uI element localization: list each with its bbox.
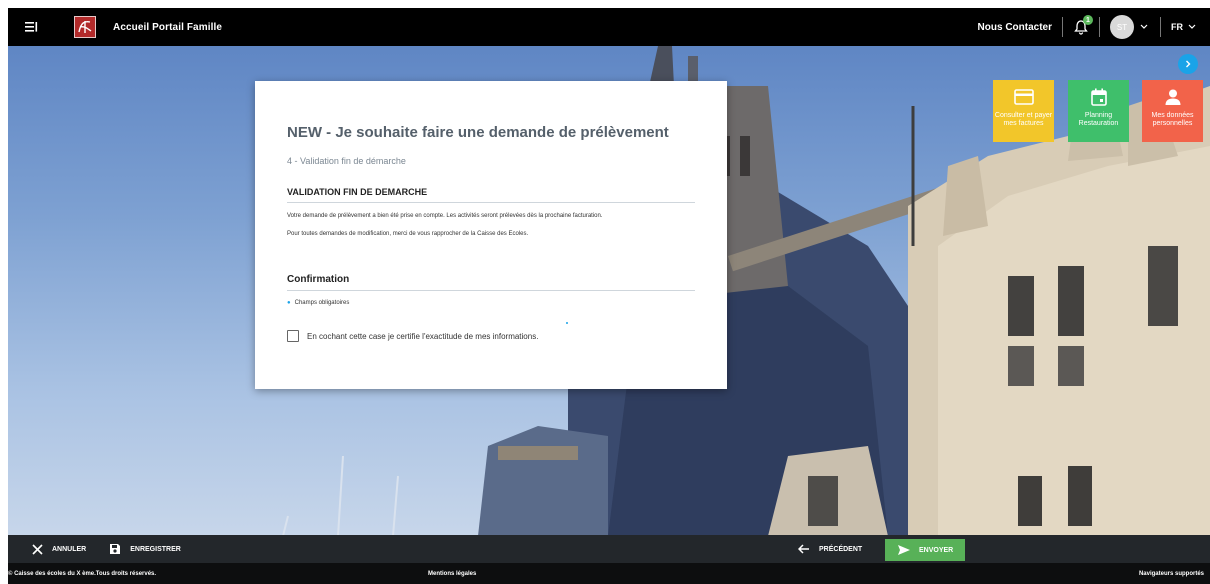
contact-instructions: Pour toutes demandes de modification, me… <box>287 231 529 237</box>
tile-planning[interactable]: Planning Restauration <box>1068 80 1129 142</box>
form-card: NEW - Je souhaite faire une demande de p… <box>255 81 727 389</box>
certify-checkbox[interactable] <box>287 330 299 342</box>
required-dot-icon: ● <box>287 300 291 306</box>
logo[interactable] <box>74 16 96 38</box>
cancel-button[interactable]: ANNULER <box>30 535 86 563</box>
language-selector[interactable]: FR <box>1171 22 1183 32</box>
person-icon <box>1142 86 1203 108</box>
arrow-left-icon <box>797 542 811 556</box>
send-button[interactable]: ENVOYER <box>885 539 965 561</box>
notification-badge: 1 <box>1083 15 1093 25</box>
save-icon <box>108 542 122 556</box>
app-frame: Accueil Portail Famille Nous Contacter 1… <box>8 8 1210 584</box>
top-right-menu: Nous Contacter 1 ST FR <box>978 8 1210 46</box>
tile-invoices-label: Consulter et payer mes factures <box>994 112 1053 127</box>
certify-checkbox-label[interactable]: En cochant cette case je certifie l'exac… <box>307 332 538 341</box>
save-label: ENREGISTRER <box>130 545 181 553</box>
certify-row: En cochant cette case je certifie l'exac… <box>287 322 695 342</box>
legal-link[interactable]: Mentions légales <box>428 571 476 577</box>
required-note: ● Champs obligatoires <box>287 300 695 306</box>
required-note-label: Champs obligatoires <box>294 300 350 306</box>
calendar-icon <box>1068 86 1129 108</box>
toggle-panel-button[interactable] <box>1178 54 1198 74</box>
section-title: VALIDATION FIN DE DEMARCHE <box>287 187 695 203</box>
cancel-label: ANNULER <box>52 545 87 553</box>
supported-browsers-link[interactable]: Navigateurs supportés <box>1139 571 1204 577</box>
confirmation-title: Confirmation <box>287 274 695 291</box>
app-title[interactable]: Accueil Portail Famille <box>113 22 222 33</box>
card-icon <box>993 86 1054 108</box>
footer: © Caisse des écoles du X ème.Tous droits… <box>8 563 1210 584</box>
save-button[interactable]: ENREGISTRER <box>108 535 181 563</box>
action-bar: ANNULER ENREGISTRER PRÉCÉDENT ENVOYER <box>8 535 1210 563</box>
divider <box>1099 17 1100 37</box>
chevron-down-icon[interactable] <box>1188 22 1198 32</box>
send-icon <box>897 543 911 557</box>
chevron-down-icon[interactable] <box>1140 22 1150 32</box>
divider <box>1160 17 1161 37</box>
close-icon <box>30 542 44 556</box>
menu-icon[interactable] <box>22 18 40 36</box>
confirmation-text: Votre demande de prélèvement a bien été … <box>287 213 603 219</box>
notifications-button[interactable]: 1 <box>1070 15 1093 38</box>
chevron-right-icon <box>1186 60 1191 68</box>
tile-personal-data-label: Mes données personnelles <box>1151 112 1194 127</box>
tile-invoices[interactable]: Consulter et payer mes factures <box>993 80 1054 142</box>
required-marker <box>566 322 568 324</box>
form-title: NEW - Je souhaite faire une demande de p… <box>287 124 669 141</box>
contact-link[interactable]: Nous Contacter <box>978 22 1052 33</box>
divider <box>1062 17 1063 37</box>
tile-planning-label: Planning Restauration <box>1078 112 1119 127</box>
top-bar: Accueil Portail Famille Nous Contacter 1… <box>8 8 1210 46</box>
previous-button[interactable]: PRÉCÉDENT <box>797 535 862 563</box>
copyright-text: © Caisse des écoles du X ème.Tous droits… <box>8 571 157 577</box>
avatar[interactable]: ST <box>1110 15 1134 39</box>
form-step: 4 - Validation fin de démarche <box>287 156 406 166</box>
send-label: ENVOYER <box>919 546 954 554</box>
previous-label: PRÉCÉDENT <box>819 545 863 553</box>
tile-personal-data[interactable]: Mes données personnelles <box>1142 80 1203 142</box>
